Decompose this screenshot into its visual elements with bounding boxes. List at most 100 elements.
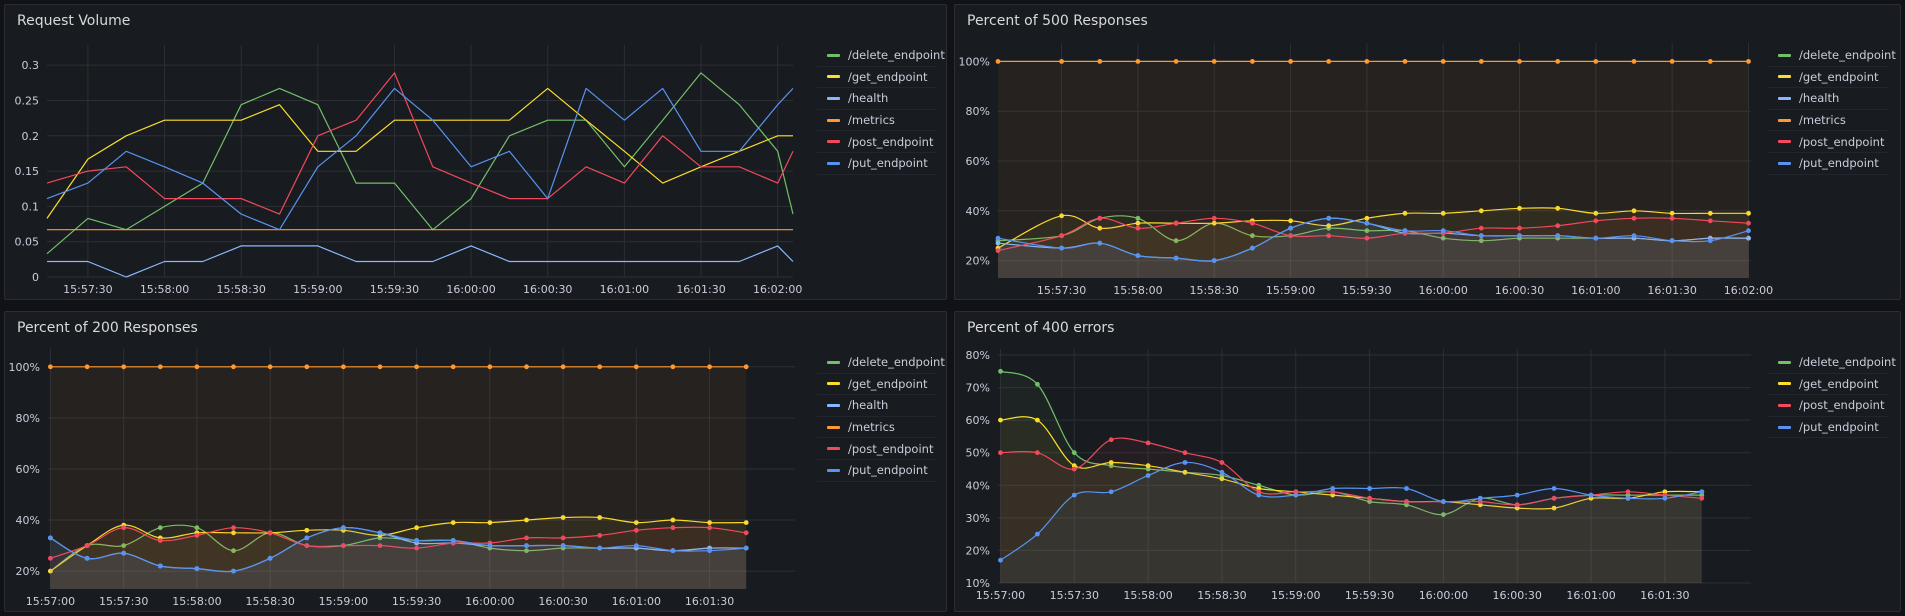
data-point-put-endpoint[interactable]: [414, 538, 419, 543]
data-point-post-endpoint[interactable]: [998, 450, 1003, 456]
data-point-put-endpoint[interactable]: [1135, 253, 1141, 258]
data-point-put-endpoint[interactable]: [1059, 245, 1064, 251]
data-point-put-endpoint[interactable]: [1288, 225, 1293, 231]
data-point-put-endpoint[interactable]: [450, 538, 456, 543]
data-point-put-endpoint[interactable]: [267, 555, 273, 561]
data-point-put-endpoint[interactable]: [121, 550, 127, 556]
data-point-metrics[interactable]: [194, 364, 200, 370]
data-point-put-endpoint[interactable]: [1256, 492, 1262, 498]
panel-percent-200[interactable]: Percent of 200 Responses 20% 40% 60% 80% 100…: [4, 311, 947, 612]
data-point-post-endpoint[interactable]: [1135, 225, 1141, 231]
data-point-metrics[interactable]: [1555, 59, 1561, 64]
data-point-metrics[interactable]: [597, 364, 603, 370]
data-point-put-endpoint[interactable]: [194, 566, 200, 571]
data-point-post-endpoint[interactable]: [1035, 450, 1040, 456]
series-line-post-endpoint[interactable]: [46, 72, 794, 215]
data-point-put-endpoint[interactable]: [560, 543, 566, 548]
data-point-put-endpoint[interactable]: [1404, 486, 1409, 491]
data-point-post-endpoint[interactable]: [1182, 450, 1188, 456]
data-point-put-endpoint[interactable]: [1173, 255, 1179, 261]
data-point-post-endpoint[interactable]: [707, 525, 712, 531]
data-point-delete-endpoint[interactable]: [1071, 450, 1077, 456]
data-point-metrics[interactable]: [341, 364, 346, 370]
data-point-post-endpoint[interactable]: [1145, 440, 1151, 446]
data-point-put-endpoint[interactable]: [1631, 233, 1637, 239]
series-line-get-endpoint[interactable]: [46, 87, 793, 219]
data-point-post-endpoint[interactable]: [743, 530, 749, 536]
data-point-post-endpoint[interactable]: [1071, 466, 1077, 472]
data-point-metrics[interactable]: [743, 364, 749, 370]
panel-percent-400[interactable]: Percent of 400 errors 10% 20% 30% 40% 50% 60%…: [954, 311, 1901, 612]
legend-item-delete-endpoint[interactable]: /delete_endpoint: [1768, 352, 1896, 374]
legend-item-metrics[interactable]: /metrics: [817, 417, 937, 439]
data-point-post-endpoint[interactable]: [1059, 233, 1064, 239]
data-point-metrics[interactable]: [1097, 59, 1103, 64]
series-line-put-endpoint[interactable]: [46, 87, 794, 231]
data-point-metrics[interactable]: [1746, 59, 1751, 64]
legend-item-get-endpoint[interactable]: /get_endpoint: [817, 67, 937, 89]
data-point-put-endpoint[interactable]: [1293, 492, 1299, 498]
data-point-metrics[interactable]: [157, 364, 163, 370]
data-point-metrics[interactable]: [1211, 59, 1217, 64]
data-point-metrics[interactable]: [1326, 59, 1332, 64]
data-point-metrics[interactable]: [1059, 59, 1064, 64]
data-point-post-endpoint[interactable]: [670, 525, 676, 531]
data-point-metrics[interactable]: [1631, 59, 1637, 64]
data-point-put-endpoint[interactable]: [633, 543, 639, 548]
data-point-put-endpoint[interactable]: [1662, 495, 1668, 501]
data-point-metrics[interactable]: [670, 364, 676, 370]
data-point-put-endpoint[interactable]: [1364, 220, 1370, 226]
legend-item-health[interactable]: /health: [817, 395, 937, 417]
data-point-post-endpoint[interactable]: [121, 525, 127, 531]
data-point-put-endpoint[interactable]: [1588, 492, 1594, 498]
data-point-put-endpoint[interactable]: [998, 557, 1003, 563]
data-point-post-endpoint[interactable]: [84, 543, 90, 548]
legend-item-get-endpoint[interactable]: /get_endpoint: [817, 374, 937, 396]
data-point-metrics[interactable]: [1250, 59, 1255, 64]
data-point-put-endpoint[interactable]: [1441, 499, 1446, 504]
data-point-metrics[interactable]: [121, 364, 127, 370]
data-point-delete-endpoint[interactable]: [998, 368, 1003, 374]
data-point-post-endpoint[interactable]: [1555, 223, 1561, 229]
data-point-put-endpoint[interactable]: [1145, 473, 1151, 478]
legend-item-post-endpoint[interactable]: /post_endpoint: [817, 438, 937, 460]
data-point-metrics[interactable]: [1288, 59, 1293, 64]
series-line-health[interactable]: [47, 245, 794, 278]
legend-item-metrics[interactable]: /metrics: [817, 110, 937, 132]
data-point-put-endpoint[interactable]: [487, 543, 493, 548]
data-point-put-endpoint[interactable]: [1250, 245, 1255, 251]
data-point-post-endpoint[interactable]: [1250, 220, 1255, 226]
data-point-metrics[interactable]: [707, 364, 712, 370]
data-point-put-endpoint[interactable]: [597, 545, 603, 551]
data-point-get-endpoint[interactable]: [1035, 417, 1040, 423]
legend-item-get-endpoint[interactable]: /get_endpoint: [1768, 374, 1888, 396]
data-point-post-endpoint[interactable]: [1219, 460, 1225, 465]
data-point-put-endpoint[interactable]: [1035, 531, 1040, 537]
data-point-put-endpoint[interactable]: [377, 530, 383, 536]
data-point-post-endpoint[interactable]: [560, 535, 566, 541]
data-point-get-endpoint[interactable]: [998, 417, 1003, 423]
panel-percent-500[interactable]: Percent of 500 Responses 20% 40% 60% 80% 100…: [954, 4, 1901, 300]
data-point-post-endpoint[interactable]: [1097, 215, 1103, 221]
data-point-put-endpoint[interactable]: [707, 548, 712, 554]
data-point-put-endpoint[interactable]: [1517, 233, 1522, 239]
data-point-put-endpoint[interactable]: [1625, 495, 1631, 501]
legend-item-post-endpoint[interactable]: /post_endpoint: [1768, 131, 1888, 153]
data-point-put-endpoint[interactable]: [1071, 492, 1077, 498]
data-point-metrics[interactable]: [377, 364, 383, 370]
data-point-put-endpoint[interactable]: [524, 543, 529, 548]
data-point-put-endpoint[interactable]: [670, 548, 676, 554]
data-point-put-endpoint[interactable]: [1211, 258, 1217, 263]
data-point-post-endpoint[interactable]: [524, 535, 529, 541]
data-point-metrics[interactable]: [231, 364, 236, 370]
data-point-put-endpoint[interactable]: [1440, 228, 1446, 234]
data-point-put-endpoint[interactable]: [341, 525, 346, 531]
data-point-metrics[interactable]: [1478, 59, 1484, 64]
data-point-metrics[interactable]: [1440, 59, 1446, 64]
data-point-delete-endpoint[interactable]: [1035, 381, 1040, 387]
legend-item-put-endpoint[interactable]: /put_endpoint: [1768, 417, 1888, 439]
data-point-metrics[interactable]: [487, 364, 493, 370]
data-point-post-endpoint[interactable]: [1746, 220, 1751, 226]
data-point-put-endpoint[interactable]: [84, 555, 90, 561]
data-point-put-endpoint[interactable]: [1326, 215, 1332, 221]
